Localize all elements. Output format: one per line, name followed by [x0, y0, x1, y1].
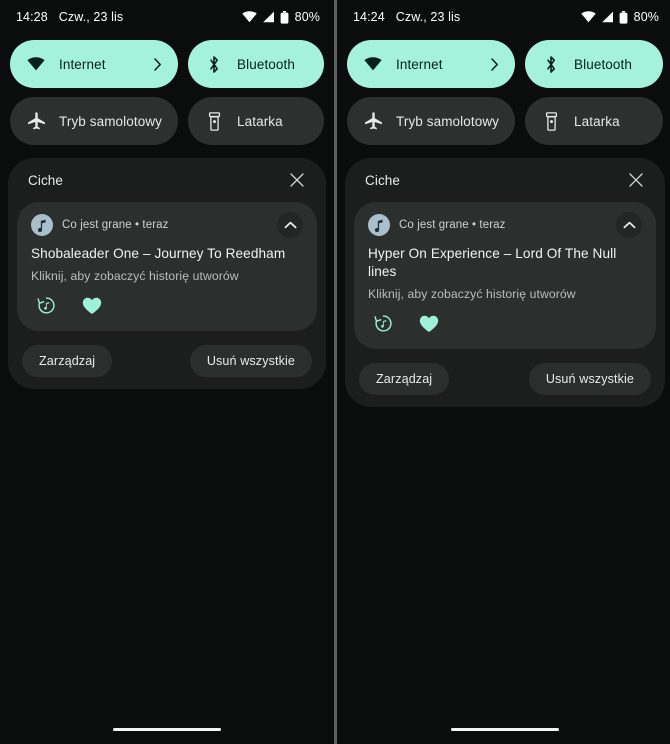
quick-tile-label: Tryb samolotowy	[59, 113, 163, 129]
notification-card[interactable]: Co jest grane • teraz Hyper On Experienc…	[354, 202, 656, 349]
quick-tile-bluetooth[interactable]: Bluetooth	[188, 40, 324, 88]
screenshot-comparison: 14:28 Czw., 23 lis 80% Internet Bluetoot…	[0, 0, 670, 744]
section-title: Ciche	[28, 172, 64, 188]
notification-title: Hyper On Experience – Lord Of The Null l…	[368, 246, 617, 279]
notification-card[interactable]: Co jest grane • teraz Shobaleader One – …	[17, 202, 317, 331]
home-gesture-pill[interactable]	[113, 727, 221, 731]
clear-all-button[interactable]: Usuń wszystkie	[189, 344, 312, 377]
music-note-icon	[368, 214, 390, 236]
quick-settings-grid: Internet Bluetooth Tryb samolotowy Latar…	[0, 34, 334, 145]
manage-button[interactable]: Zarządzaj	[359, 362, 450, 395]
music-note-icon	[31, 214, 53, 236]
notification-subtitle: Kliknij, aby zobaczyć historię utworów	[368, 286, 576, 301]
quick-tile-airplane-mode[interactable]: Tryb samolotowy	[10, 97, 179, 145]
quick-settings-grid: Internet Bluetooth Tryb samolotowy Latar…	[337, 34, 670, 145]
navigation-bar	[337, 714, 670, 744]
wifi-icon	[363, 54, 383, 74]
airplane-icon	[363, 111, 383, 131]
notification-shade: Ciche Co jest grane • teraz Hyper On Exp…	[345, 158, 665, 407]
quick-tile-bluetooth[interactable]: Bluetooth	[525, 40, 663, 88]
navigation-bar	[0, 714, 334, 744]
flashlight-icon	[204, 111, 224, 131]
wifi-icon	[580, 11, 596, 23]
quick-tile-label: Bluetooth	[237, 56, 295, 72]
notification-actions	[372, 313, 642, 335]
song-history-icon[interactable]	[35, 295, 57, 317]
close-icon[interactable]	[286, 169, 308, 191]
quick-tile-label: Latarka	[574, 113, 620, 129]
chevron-up-icon[interactable]	[616, 212, 642, 238]
notification-header: Co jest grane • teraz	[31, 212, 303, 238]
status-bar-left: 14:24 Czw., 23 lis	[353, 10, 460, 24]
shade-action-buttons: Zarządzaj Usuń wszystkie	[8, 331, 326, 377]
quick-tile-flashlight[interactable]: Latarka	[525, 97, 663, 145]
battery-icon	[280, 10, 289, 24]
status-bar: 14:28 Czw., 23 lis 80%	[0, 0, 334, 34]
status-bar-right: 80%	[241, 10, 320, 24]
quick-tile-flashlight[interactable]: Latarka	[188, 97, 324, 145]
battery-percent: 80%	[633, 10, 659, 24]
notification-source: Co jest grane • teraz	[62, 219, 169, 231]
status-bar-clock: 14:28	[16, 10, 48, 24]
notification-source: Co jest grane • teraz	[399, 219, 506, 231]
notification-subtitle: Kliknij, aby zobaczyć historię utworów	[31, 268, 239, 283]
status-bar-clock: 14:24	[353, 10, 385, 24]
chevron-up-icon[interactable]	[277, 212, 303, 238]
quick-tile-airplane-mode[interactable]: Tryb samolotowy	[347, 97, 516, 145]
signal-icon	[262, 11, 275, 23]
heart-icon[interactable]	[81, 295, 103, 317]
bluetooth-icon	[541, 54, 561, 74]
quick-tile-label: Tryb samolotowy	[396, 113, 500, 129]
quick-tile-internet[interactable]: Internet	[347, 40, 516, 88]
wifi-icon	[26, 54, 46, 74]
close-icon[interactable]	[625, 169, 647, 191]
notification-section-header: Ciche	[8, 158, 326, 202]
clear-all-button[interactable]: Usuń wszystkie	[528, 362, 651, 395]
flashlight-icon	[541, 111, 561, 131]
section-title: Ciche	[365, 172, 401, 188]
song-history-icon[interactable]	[372, 313, 394, 335]
manage-button[interactable]: Zarządzaj	[22, 344, 113, 377]
signal-icon	[601, 11, 614, 23]
status-bar-right: 80%	[580, 10, 659, 24]
battery-icon	[619, 10, 628, 24]
notification-actions	[35, 295, 303, 317]
quick-tile-label: Bluetooth	[574, 56, 632, 72]
quick-tile-label: Latarka	[237, 113, 283, 129]
status-bar: 14:24 Czw., 23 lis 80%	[337, 0, 670, 34]
quick-tile-label: Internet	[396, 56, 443, 72]
shade-action-buttons: Zarządzaj Usuń wszystkie	[345, 349, 665, 395]
home-gesture-pill[interactable]	[451, 727, 559, 731]
battery-percent: 80%	[294, 10, 320, 24]
wifi-icon	[241, 11, 257, 23]
heart-icon[interactable]	[418, 313, 440, 335]
notification-shade: Ciche Co jest grane • teraz Shobaleader …	[8, 158, 326, 389]
chevron-right-icon[interactable]	[154, 57, 162, 71]
notification-title: Shobaleader One – Journey To Reedham	[31, 246, 286, 261]
notification-header: Co jest grane • teraz	[368, 212, 642, 238]
phone-screen-left: 14:28 Czw., 23 lis 80% Internet Bluetoot…	[0, 0, 334, 744]
notification-section-header: Ciche	[345, 158, 665, 202]
quick-tile-internet[interactable]: Internet	[10, 40, 179, 88]
airplane-icon	[26, 111, 46, 131]
bluetooth-icon	[204, 54, 224, 74]
chevron-right-icon[interactable]	[491, 57, 499, 71]
quick-tile-label: Internet	[59, 56, 106, 72]
status-bar-date: Czw., 23 lis	[395, 10, 461, 24]
status-bar-left: 14:28 Czw., 23 lis	[16, 10, 123, 24]
phone-screen-right: 14:24 Czw., 23 lis 80% Internet Bluetoot…	[337, 0, 670, 744]
status-bar-date: Czw., 23 lis	[58, 10, 124, 24]
